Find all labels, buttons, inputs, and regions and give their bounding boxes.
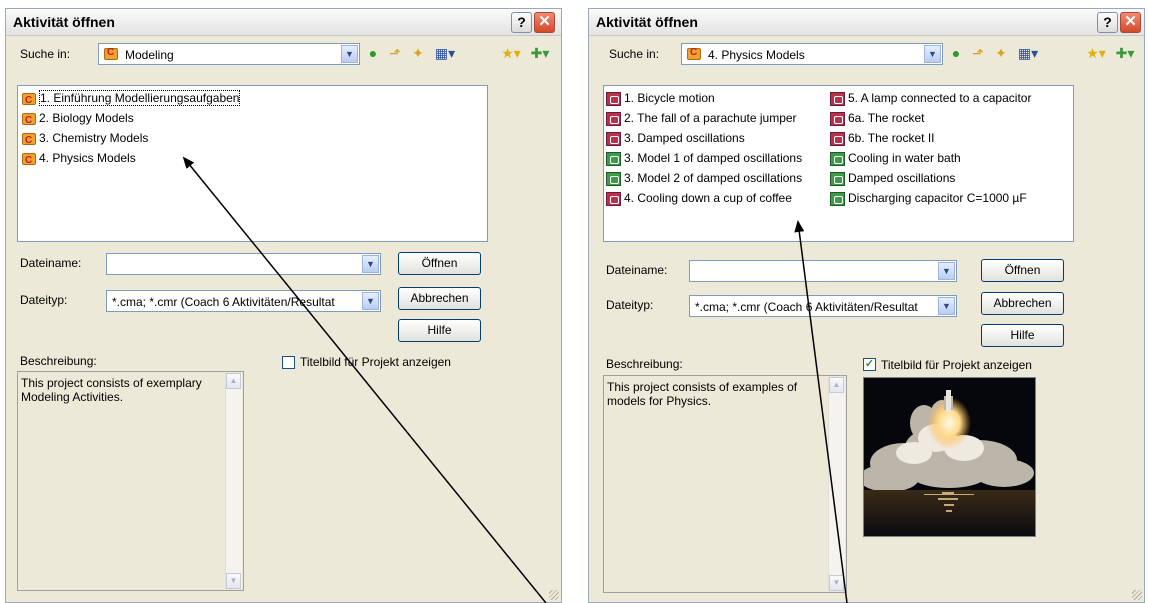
annotation-arrows <box>182 156 848 603</box>
arrow-to-folder-list <box>182 156 547 603</box>
arrow-to-model-list <box>794 220 848 603</box>
